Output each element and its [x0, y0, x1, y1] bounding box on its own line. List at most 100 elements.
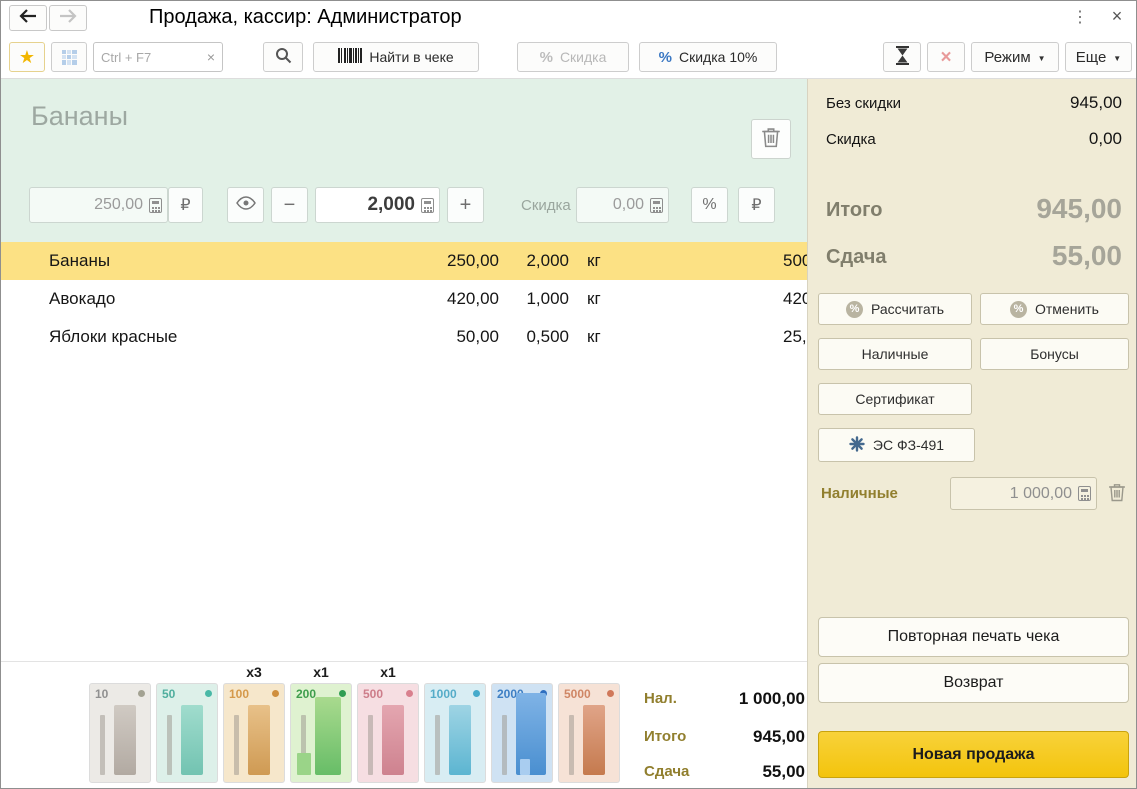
refund-button[interactable]: Возврат [818, 663, 1129, 703]
selected-product-name: Бананы [31, 101, 128, 132]
window-menu-icon[interactable]: ⋮ [1069, 7, 1091, 27]
quick-menu-button[interactable] [51, 42, 87, 72]
starburst-icon [849, 436, 865, 455]
note-count: x3 [223, 664, 285, 680]
grand-total-label: Итого [826, 199, 882, 222]
banknote-5000-button[interactable]: 5000 [558, 683, 620, 783]
search-input[interactable] [94, 50, 200, 65]
line-discount-label: Скидка [521, 197, 571, 214]
price-field[interactable]: 250,00 [29, 187, 168, 223]
banknote-50-button[interactable]: 50 [156, 683, 218, 783]
cancel-receipt-button[interactable]: × [927, 42, 965, 72]
discount-value: 0,00 [1089, 129, 1122, 149]
reprint-receipt-button[interactable]: Повторная печать чека [818, 617, 1129, 657]
certificate-button[interactable]: Сертификат [818, 383, 972, 415]
find-in-receipt-button[interactable]: Найти в чеке [313, 42, 479, 72]
percent-icon: % [540, 49, 553, 66]
banknote-1000-button[interactable]: 1000 [424, 683, 486, 783]
search-button[interactable] [263, 42, 303, 72]
new-sale-button[interactable]: Новая продажа [818, 731, 1129, 778]
calculate-button[interactable]: % Рассчитать [818, 293, 972, 325]
table-row[interactable]: Яблоки красные 50,00 0,500 кг 25,00 [1, 318, 807, 356]
item-name: Авокадо [49, 289, 115, 309]
price-currency-button[interactable]: ₽ [168, 187, 203, 223]
favorites-button[interactable]: ★ [9, 42, 45, 72]
pay-cash-label: Наличные [862, 346, 929, 362]
banknote-200-button[interactable]: 200 [290, 683, 352, 783]
item-qty: 1,000 [501, 289, 569, 309]
banknote-500-button[interactable]: 500 [357, 683, 419, 783]
discount-percent-button[interactable]: % [691, 187, 728, 223]
arrow-right-icon [59, 9, 77, 28]
calculator-icon[interactable] [421, 198, 434, 213]
quantity-value: 2,000 [324, 194, 421, 216]
table-row[interactable]: Бананы 250,00 2,000 кг 500,00 [1, 242, 807, 280]
line-discount-field[interactable]: 0,00 [576, 187, 669, 223]
line-discount-value: 0,00 [585, 196, 650, 214]
note-value: 5000 [564, 687, 591, 701]
no-discount-row: Без скидки 945,00 [808, 95, 1137, 117]
total-value: 945,00 [753, 727, 805, 747]
cash-denominations-panel: x3 x1 x1 10 50 100 200 500 1000 [1, 661, 807, 789]
es-fz491-label: ЭС ФЗ-491 [873, 437, 944, 453]
eye-icon [236, 196, 256, 215]
receipt-items-table: Бананы 250,00 2,000 кг 500,00 Авокадо 42… [1, 242, 807, 661]
note-value: 500 [363, 687, 383, 701]
bonuses-button[interactable]: Бонусы [980, 338, 1129, 370]
back-button[interactable] [9, 5, 47, 31]
delete-line-button[interactable] [751, 119, 791, 159]
certificate-label: Сертификат [855, 391, 934, 407]
note-count: x1 [357, 664, 419, 680]
es-fz491-button[interactable]: ЭС ФЗ-491 [818, 428, 975, 462]
no-discount-value: 945,00 [1070, 93, 1122, 113]
calculator-icon[interactable] [650, 198, 663, 213]
calculator-icon[interactable] [149, 198, 162, 213]
item-sum: 420,00 [783, 289, 807, 309]
discount-10-button[interactable]: % Скидка 10% [639, 42, 777, 72]
mode-menu-button[interactable]: Режим ▼ [971, 42, 1059, 72]
note-dot [205, 690, 212, 697]
find-in-receipt-label: Найти в чеке [369, 49, 453, 65]
discount-button-disabled[interactable]: % Скидка [517, 42, 629, 72]
note-dot [272, 690, 279, 697]
cash-value: 1 000,00 [739, 689, 805, 709]
chevron-down-icon: ▼ [1113, 54, 1121, 63]
chevron-down-icon: ▼ [1038, 54, 1046, 63]
view-product-button[interactable] [227, 187, 264, 223]
trash-icon [761, 126, 781, 153]
banknote-100-button[interactable]: 100 [223, 683, 285, 783]
grid-icon [62, 50, 77, 65]
discount-ruble-button[interactable]: ₽ [738, 187, 775, 223]
note-dot [607, 690, 614, 697]
discount-label: Скидка [560, 49, 606, 65]
discount-row: Скидка 0,00 [808, 131, 1137, 153]
pay-cash-button[interactable]: Наличные [818, 338, 972, 370]
pos-window: Продажа, кассир: Администратор ⋮ × ★ × Н… [0, 0, 1137, 789]
banknote-2000-button[interactable]: 2000 [491, 683, 553, 783]
cash-input-field[interactable]: 1 000,00 [950, 477, 1097, 510]
item-unit: кг [587, 289, 601, 309]
forward-button[interactable] [49, 5, 87, 31]
cancel-calc-button[interactable]: % Отменить [980, 293, 1129, 325]
quantity-field[interactable]: 2,000 [315, 187, 440, 223]
cancel-x-icon: × [940, 48, 951, 67]
clear-cash-button[interactable] [1104, 481, 1130, 507]
banknote-10-button[interactable]: 10 [89, 683, 151, 783]
table-row[interactable]: Авокадо 420,00 1,000 кг 420,00 [1, 280, 807, 318]
trash-icon [1108, 482, 1126, 507]
item-name: Бананы [49, 251, 110, 271]
barcode-icon [338, 48, 362, 66]
cash-input-label: Наличные [821, 485, 898, 502]
calculator-icon[interactable] [1078, 486, 1091, 501]
clear-search-icon[interactable]: × [200, 49, 222, 65]
more-menu-button[interactable]: Еще ▼ [1065, 42, 1132, 72]
change-due-label: Сдача [826, 246, 887, 269]
quantity-increase-button[interactable]: + [447, 187, 484, 223]
window-close-icon[interactable]: × [1105, 6, 1129, 27]
calculate-label: Рассчитать [871, 301, 944, 317]
total-row: Итого 945,00 [631, 728, 805, 748]
bonuses-label: Бонусы [1030, 346, 1079, 362]
product-editor-panel: Бананы 250,00 ₽ − 2,000 + Скидка 0,00 [1, 79, 807, 242]
postpone-receipt-button[interactable] [883, 42, 921, 72]
quantity-decrease-button[interactable]: − [271, 187, 308, 223]
